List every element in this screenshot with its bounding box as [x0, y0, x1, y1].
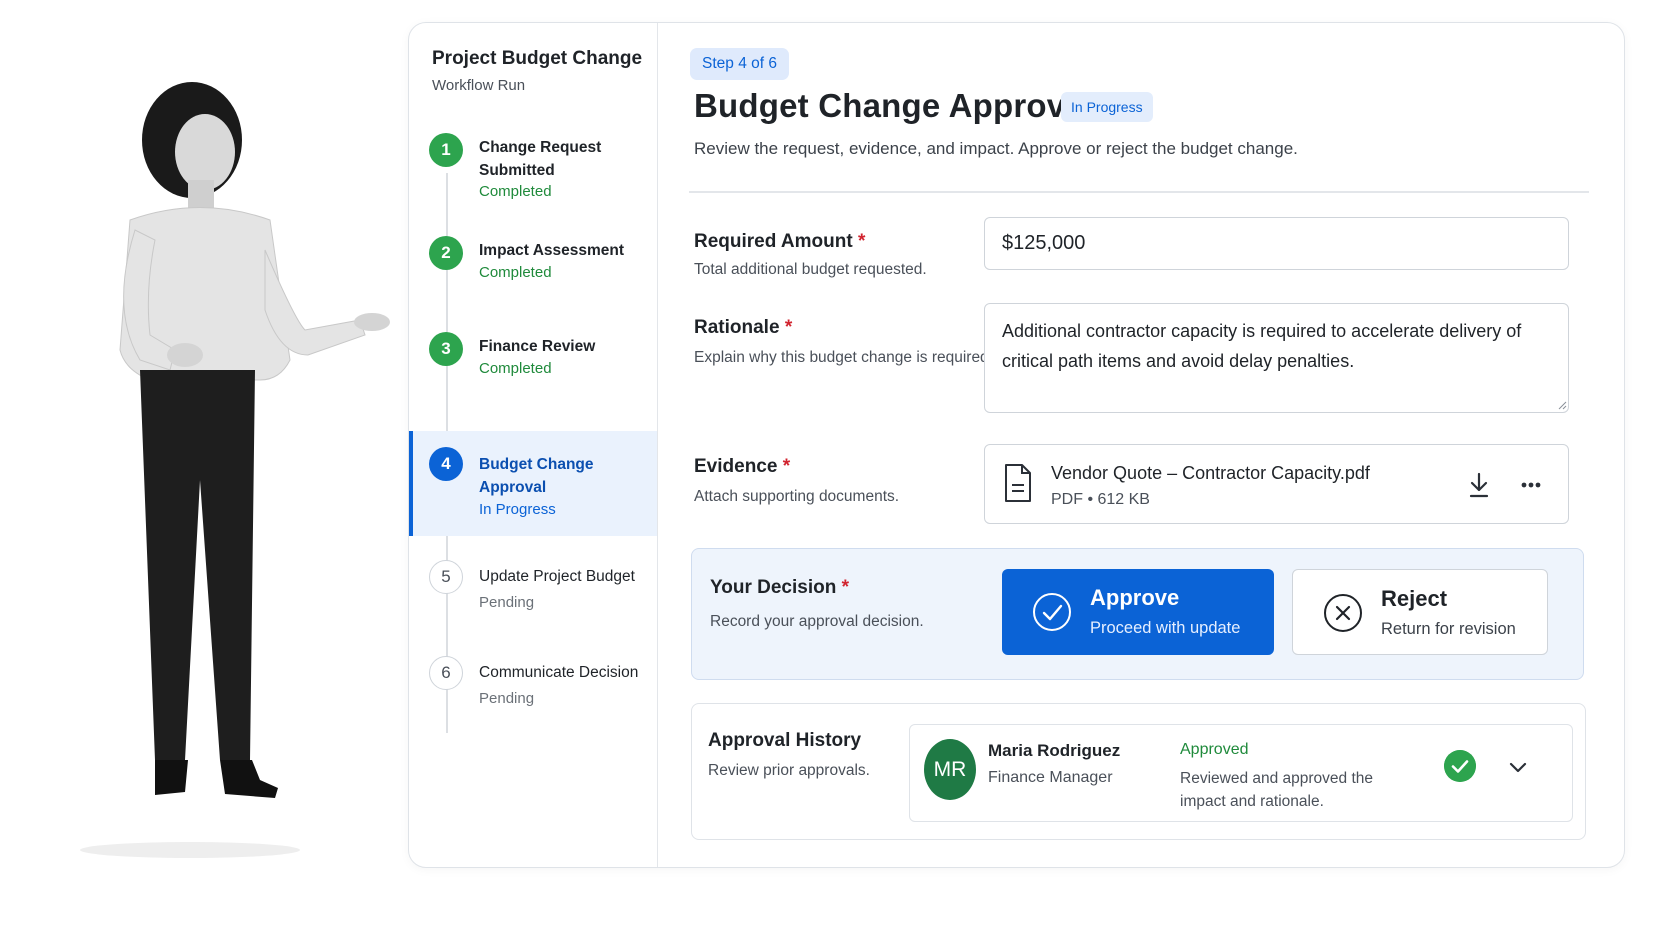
decision-help: Record your approval decision. — [710, 613, 924, 630]
file-name[interactable]: Vendor Quote – Contractor Capacity.pdf — [1051, 463, 1370, 484]
amount-input[interactable] — [984, 217, 1569, 270]
rationale-textarea[interactable]: Additional contractor capacity is requir… — [984, 303, 1569, 413]
step-status: Completed — [479, 360, 552, 377]
approve-title: Approve — [1090, 585, 1180, 610]
status-badge: In Progress — [1061, 92, 1153, 122]
step-item-update-project-budget[interactable]: 5 Update Project Budget Pending — [409, 560, 657, 630]
history-help: Review prior approvals. — [708, 762, 870, 779]
approver-role: Finance Manager — [988, 769, 1113, 786]
step-item-change-request[interactable]: 1 Change Request Submitted Completed — [409, 131, 657, 216]
main-content: Step 4 of 6 Budget Change Approval In Pr… — [659, 23, 1624, 867]
check-circle-icon — [1033, 593, 1071, 631]
step-label: Update Project Budget — [479, 568, 635, 585]
reject-button[interactable]: Reject Return for revision — [1292, 569, 1548, 655]
decision-panel: Your Decision * Record your approval dec… — [691, 548, 1584, 680]
rationale-label: Rationale * — [694, 317, 792, 339]
step-item-budget-change-approval[interactable]: 4 Budget Change Approval In Progress — [409, 431, 657, 536]
reject-subtitle: Return for revision — [1381, 620, 1516, 638]
step-status: Pending — [479, 594, 535, 611]
page-title: Budget Change Approval — [694, 87, 1094, 124]
presenter-figure — [80, 82, 390, 858]
required-mark: * — [857, 231, 866, 252]
avatar: MR — [924, 739, 976, 800]
workflow-title: Project Budget Change — [432, 48, 643, 69]
decision-label: Your Decision * — [710, 577, 849, 599]
step-number: 3 — [429, 332, 463, 366]
amount-label-text: Required Amount — [694, 231, 853, 252]
evidence-help: Attach supporting documents. — [694, 488, 900, 505]
step-status: In Progress — [479, 501, 556, 518]
amount-help: Total additional budget requested. — [694, 261, 927, 278]
step-item-finance-review[interactable]: 3 Finance Review Completed — [409, 330, 657, 400]
step-chip: Step 4 of 6 — [690, 48, 789, 80]
rationale-label-text: Rationale — [694, 317, 780, 338]
header-divider — [689, 191, 1589, 193]
required-mark: * — [784, 317, 793, 338]
step-status: Completed — [479, 183, 552, 200]
required-mark: * — [782, 456, 791, 477]
step-item-impact-assessment[interactable]: 2 Impact Assessment Completed — [409, 234, 657, 304]
amount-label: Required Amount * — [694, 231, 865, 253]
step-label: Impact Assessment — [479, 242, 625, 259]
file-meta: PDF • 612 KB — [1051, 491, 1150, 508]
history-status: Approved — [1180, 741, 1249, 758]
reject-title: Reject — [1381, 586, 1448, 611]
evidence-label: Evidence * — [694, 456, 790, 478]
approval-history-panel: Approval History Review prior approvals.… — [691, 703, 1586, 840]
step-label: Budget Change Approval — [479, 456, 594, 496]
document-icon — [1005, 464, 1031, 502]
history-label: Approval History — [708, 730, 862, 751]
approve-subtitle: Proceed with update — [1090, 619, 1241, 637]
step-status: Completed — [479, 264, 552, 281]
history-note: Reviewed and approved the impact and rat… — [1180, 770, 1374, 810]
approved-check-icon — [1444, 750, 1476, 782]
resize-grip-icon[interactable] — [1557, 400, 1567, 410]
evidence-label-text: Evidence — [694, 456, 778, 477]
x-circle-icon — [1324, 594, 1362, 632]
step-label: Communicate Decision — [479, 664, 639, 681]
step-number: 6 — [429, 656, 463, 690]
step-status: Pending — [479, 690, 535, 707]
required-mark: * — [841, 577, 850, 598]
page-description: Review the request, evidence, and impact… — [694, 139, 1298, 158]
step-item-communicate-decision[interactable]: 6 Communicate Decision Pending — [409, 656, 657, 726]
workflow-sidebar: Project Budget Change Workflow Run 1 Cha… — [409, 23, 658, 867]
rationale-help: Explain why this budget change is requir… — [694, 349, 993, 366]
history-entry[interactable]: MR Maria Rodriguez Finance Manager Appro… — [909, 724, 1573, 822]
more-options-icon[interactable] — [1515, 469, 1547, 501]
approver-name: Maria Rodriguez — [988, 741, 1121, 760]
chevron-down-icon[interactable] — [1504, 753, 1532, 781]
approve-button[interactable]: Approve Proceed with update — [1002, 569, 1274, 655]
step-number: 5 — [429, 560, 463, 594]
workflow-card: Project Budget Change Workflow Run 1 Cha… — [408, 22, 1625, 868]
step-label: Change Request Submitted — [479, 139, 602, 179]
decision-label-text: Your Decision — [710, 577, 837, 598]
step-number: 4 — [429, 447, 463, 481]
step-label: Finance Review — [479, 338, 596, 355]
stage: Project Budget Change Workflow Run 1 Cha… — [0, 0, 1658, 933]
download-icon[interactable] — [1463, 469, 1495, 501]
workflow-subtitle: Workflow Run — [432, 77, 526, 94]
step-number: 1 — [429, 133, 463, 167]
evidence-file-card[interactable]: Vendor Quote – Contractor Capacity.pdf P… — [984, 444, 1569, 524]
step-number: 2 — [429, 236, 463, 270]
